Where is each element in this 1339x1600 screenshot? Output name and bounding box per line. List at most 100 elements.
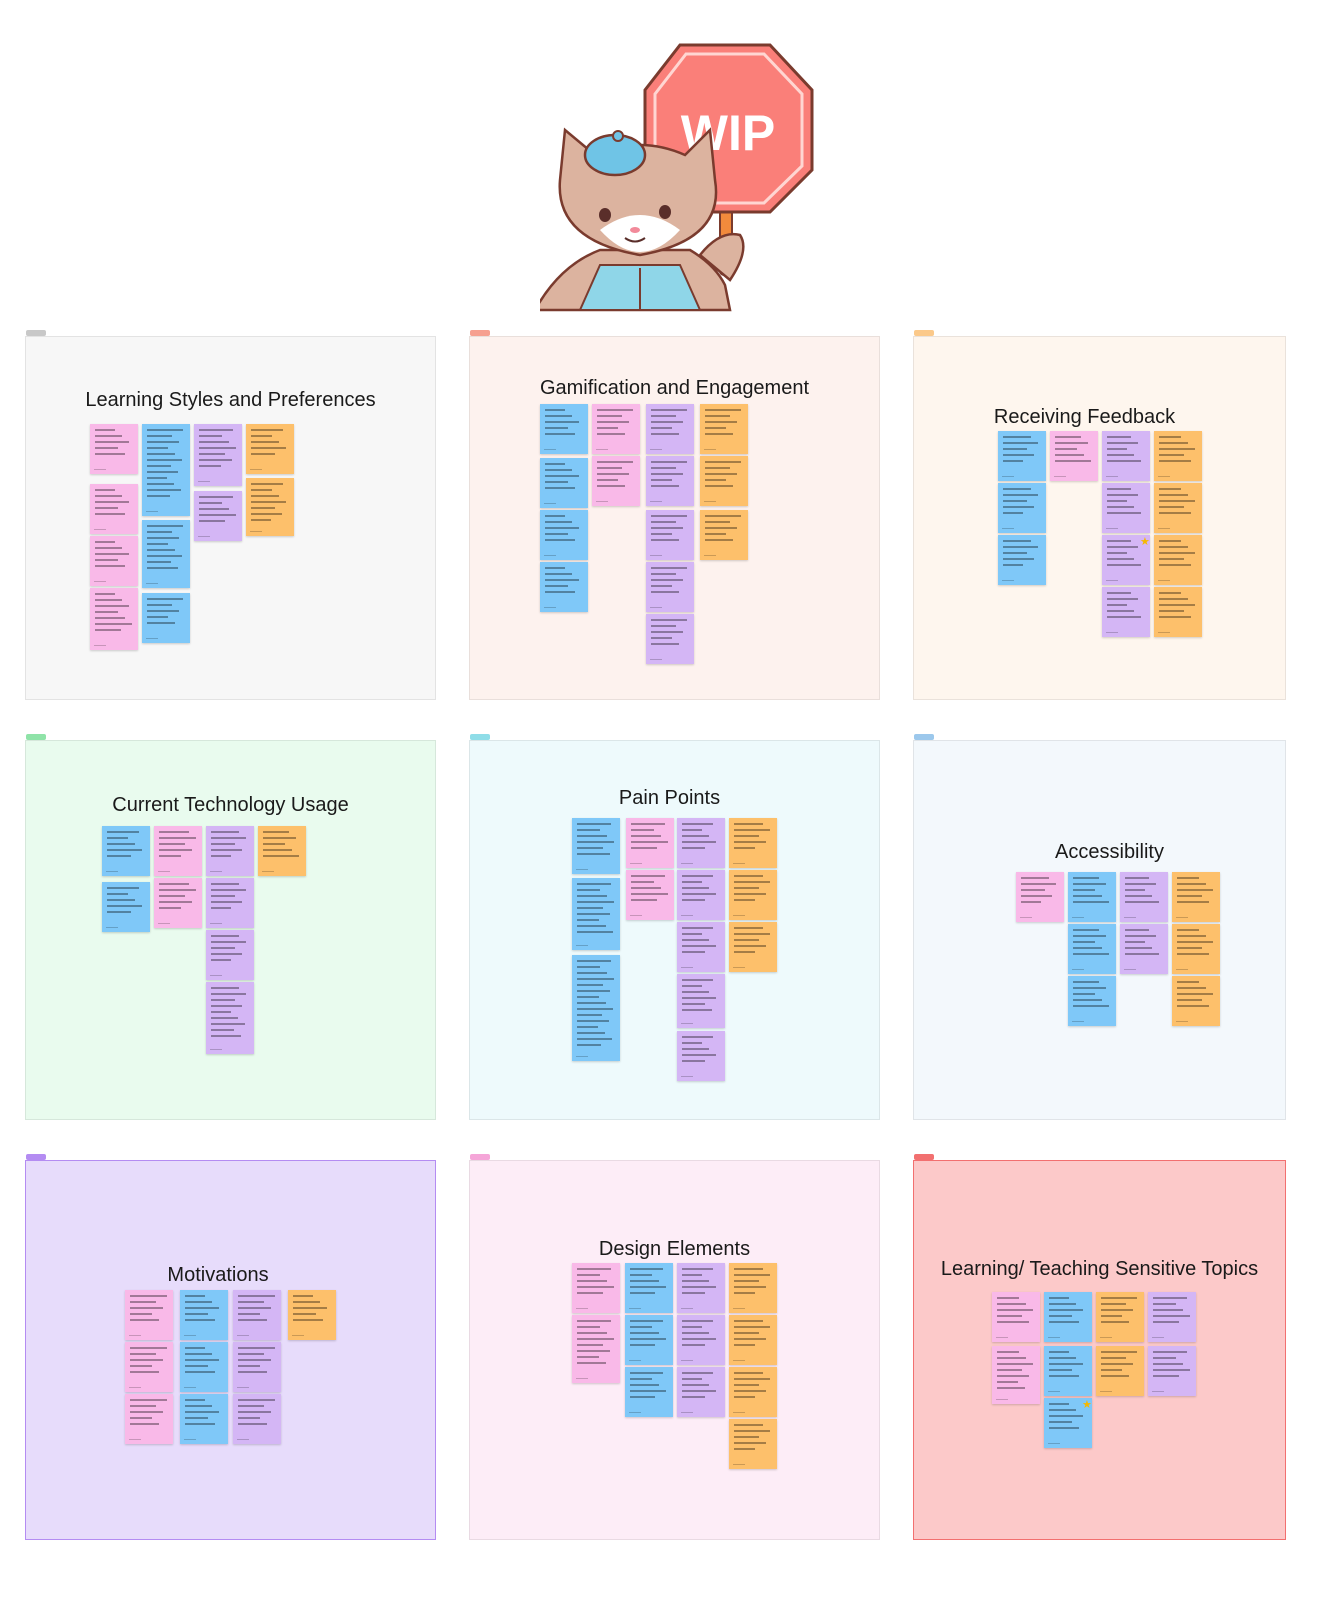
sticky-note-pink[interactable] <box>125 1342 173 1392</box>
sticky-note-pink[interactable] <box>572 1315 620 1383</box>
sticky-note-orange[interactable] <box>246 478 294 536</box>
sticky-note-orange[interactable] <box>1096 1346 1144 1396</box>
sticky-note-blue[interactable] <box>180 1394 228 1444</box>
sticky-note-blue[interactable]: ★ <box>1044 1398 1092 1448</box>
sticky-note-pink[interactable] <box>992 1292 1040 1342</box>
sticky-note-pink[interactable] <box>572 1263 620 1313</box>
section-motivations[interactable]: Motivations <box>25 1154 436 1540</box>
sticky-note-orange[interactable] <box>1172 872 1220 922</box>
sticky-note-orange[interactable] <box>729 1419 777 1469</box>
sticky-note-purple[interactable] <box>1102 483 1150 533</box>
sticky-note-orange[interactable] <box>1172 976 1220 1026</box>
sticky-note-blue[interactable] <box>180 1290 228 1340</box>
sticky-note-purple[interactable] <box>1148 1346 1196 1396</box>
sticky-note-orange[interactable] <box>1154 535 1202 585</box>
sticky-note-purple[interactable] <box>677 974 725 1028</box>
sticky-note-orange[interactable] <box>729 922 777 972</box>
sticky-note-pink[interactable] <box>626 818 674 868</box>
sticky-note-purple[interactable] <box>206 826 254 876</box>
sticky-note-blue[interactable] <box>540 562 588 612</box>
sticky-note-orange[interactable] <box>1154 483 1202 533</box>
sticky-note-purple[interactable] <box>1120 872 1168 922</box>
sticky-note-pink[interactable] <box>1050 431 1098 481</box>
sticky-note-orange[interactable] <box>700 510 748 560</box>
sticky-note-pink[interactable] <box>626 870 674 920</box>
sticky-note-purple[interactable] <box>1102 431 1150 481</box>
sticky-note-blue[interactable] <box>1068 924 1116 974</box>
sticky-note-purple[interactable] <box>646 614 694 664</box>
sticky-note-pink[interactable] <box>125 1290 173 1340</box>
sticky-note-purple[interactable] <box>677 1315 725 1365</box>
sticky-note-purple[interactable] <box>1148 1292 1196 1342</box>
sticky-note-blue[interactable] <box>1068 872 1116 922</box>
sticky-note-blue[interactable] <box>572 878 620 950</box>
sticky-note-orange[interactable] <box>729 1315 777 1365</box>
sticky-note-purple[interactable] <box>677 818 725 868</box>
sticky-note-purple[interactable] <box>206 930 254 980</box>
sticky-note-orange[interactable] <box>700 404 748 454</box>
sticky-note-blue[interactable] <box>142 593 190 643</box>
sticky-note-purple[interactable] <box>206 878 254 928</box>
sticky-note-purple[interactable] <box>646 562 694 612</box>
sticky-note-purple[interactable] <box>677 1263 725 1313</box>
sticky-note-orange[interactable] <box>1154 587 1202 637</box>
sticky-note-blue[interactable] <box>1068 976 1116 1026</box>
section-pain-points[interactable]: Pain Points <box>469 734 880 1120</box>
sticky-note-purple[interactable] <box>646 404 694 454</box>
sticky-note-pink[interactable] <box>1016 872 1064 922</box>
sticky-note-purple[interactable] <box>1120 924 1168 974</box>
section-receiving-feedback[interactable]: Receiving Feedback <box>913 330 1286 700</box>
sticky-note-blue[interactable] <box>625 1367 673 1417</box>
sticky-note-orange[interactable] <box>288 1290 336 1340</box>
sticky-note-pink[interactable] <box>592 404 640 454</box>
sticky-note-blue[interactable] <box>102 882 150 932</box>
sticky-note-pink[interactable] <box>90 588 138 650</box>
sticky-note-pink[interactable] <box>154 826 202 876</box>
sticky-note-blue[interactable] <box>1044 1346 1092 1396</box>
sticky-note-purple[interactable] <box>194 424 242 486</box>
sticky-note-blue[interactable] <box>540 510 588 560</box>
sticky-note-orange[interactable] <box>1154 431 1202 481</box>
sticky-note-orange[interactable] <box>1096 1292 1144 1342</box>
sticky-note-purple[interactable] <box>206 982 254 1054</box>
sticky-note-blue[interactable] <box>540 458 588 508</box>
sticky-note-orange[interactable] <box>1172 924 1220 974</box>
sticky-note-pink[interactable] <box>992 1346 1040 1404</box>
sticky-note-blue[interactable] <box>572 955 620 1061</box>
sticky-note-blue[interactable] <box>142 424 190 516</box>
sticky-note-purple[interactable] <box>677 1031 725 1081</box>
sticky-note-blue[interactable] <box>572 818 620 874</box>
sticky-note-purple[interactable]: ★ <box>1102 535 1150 585</box>
sticky-note-blue[interactable] <box>998 483 1046 533</box>
sticky-note-purple[interactable] <box>646 456 694 506</box>
sticky-note-orange[interactable] <box>258 826 306 876</box>
sticky-note-blue[interactable] <box>142 520 190 588</box>
sticky-note-blue[interactable] <box>102 826 150 876</box>
sticky-note-purple[interactable] <box>233 1290 281 1340</box>
sticky-note-orange[interactable] <box>729 1263 777 1313</box>
sticky-note-purple[interactable] <box>194 491 242 541</box>
sticky-note-purple[interactable] <box>677 870 725 920</box>
sticky-note-blue[interactable] <box>180 1342 228 1392</box>
sticky-note-pink[interactable] <box>125 1394 173 1444</box>
sticky-note-orange[interactable] <box>729 870 777 920</box>
sticky-note-pink[interactable] <box>592 456 640 506</box>
sticky-note-orange[interactable] <box>700 456 748 506</box>
sticky-note-orange[interactable] <box>729 818 777 868</box>
sticky-note-blue[interactable] <box>1044 1292 1092 1342</box>
sticky-note-purple[interactable] <box>233 1342 281 1392</box>
sticky-note-purple[interactable] <box>233 1394 281 1444</box>
sticky-note-purple[interactable] <box>646 510 694 560</box>
sticky-note-purple[interactable] <box>677 922 725 972</box>
sticky-note-blue[interactable] <box>625 1263 673 1313</box>
sticky-note-pink[interactable] <box>90 484 138 534</box>
sticky-note-blue[interactable] <box>998 431 1046 481</box>
sticky-note-pink[interactable] <box>154 878 202 928</box>
sticky-note-pink[interactable] <box>90 536 138 586</box>
sticky-note-blue[interactable] <box>998 535 1046 585</box>
section-design-elements[interactable]: Design Elements <box>469 1154 880 1540</box>
sticky-note-pink[interactable] <box>90 424 138 474</box>
sticky-note-purple[interactable] <box>677 1367 725 1417</box>
sticky-note-purple[interactable] <box>1102 587 1150 637</box>
sticky-note-blue[interactable] <box>540 404 588 454</box>
